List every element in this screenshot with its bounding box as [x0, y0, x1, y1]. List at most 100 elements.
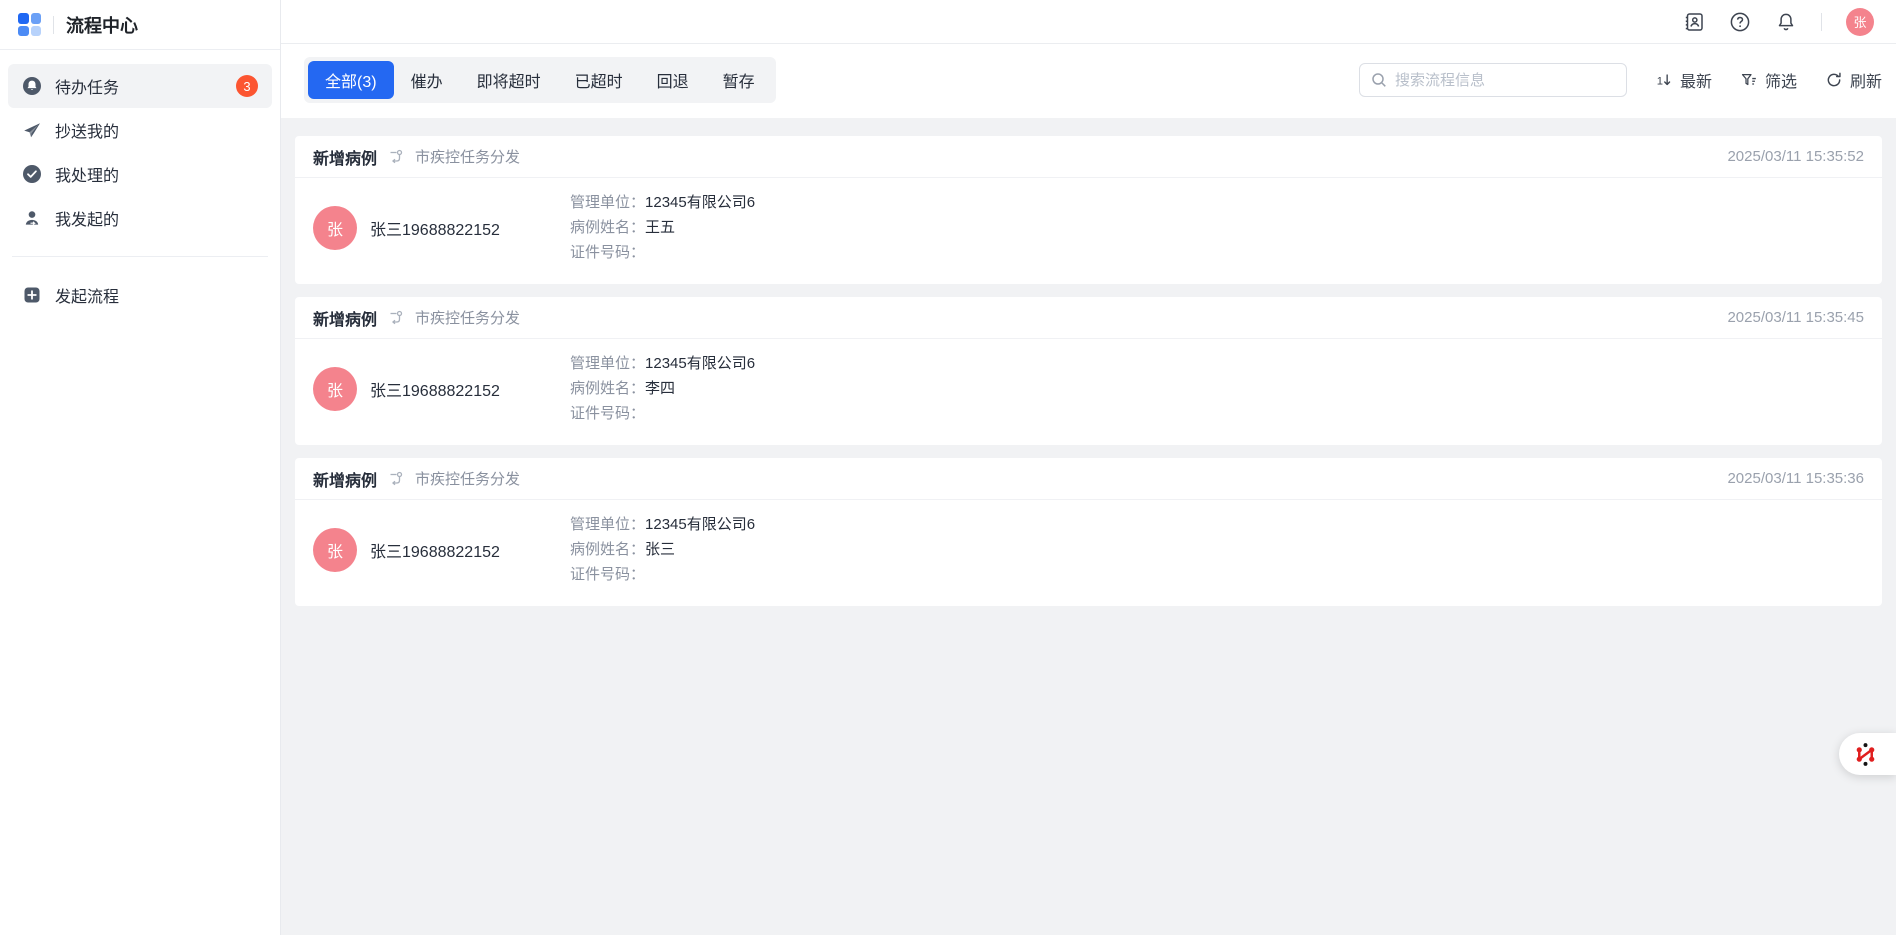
field-label: 病例姓名：: [570, 219, 645, 236]
task-initiator-name: 张三19688822152: [370, 377, 570, 401]
field-label: 证件号码：: [570, 566, 645, 583]
bell-icon[interactable]: [1775, 11, 1797, 33]
tab-about-to-timeout[interactable]: 即将超时: [460, 61, 558, 99]
search-icon: [1371, 72, 1387, 88]
flow-icon: [388, 310, 404, 326]
field-value: 12345有限公司6: [645, 194, 755, 211]
task-filter-tabs: 全部(3) 催办 即将超时 已超时 回退 暂存: [304, 57, 776, 103]
field-label: 管理单位：: [570, 516, 645, 533]
task-fields: 管理单位：12345有限公司6 病例姓名：张三 证件号码：: [570, 515, 755, 585]
user-icon: [22, 208, 42, 228]
sidebar-item-label: 发起流程: [55, 283, 119, 307]
toolbar: 全部(3) 催办 即将超时 已超时 回退 暂存 1 最新 筛选 刷新: [281, 44, 1896, 118]
field-label: 证件号码：: [570, 244, 645, 261]
task-avatar: 张: [313, 528, 357, 572]
tab-draft[interactable]: 暂存: [706, 61, 772, 99]
task-card-header: 新增病例 市疾控任务分发 2025/03/11 15:35:52: [295, 136, 1882, 178]
field-value: 李四: [645, 380, 675, 397]
task-field-row: 病例姓名：王五: [570, 218, 755, 238]
filter-label: 筛选: [1765, 68, 1797, 92]
task-initiator-name: 张三19688822152: [370, 538, 570, 562]
task-avatar: 张: [313, 367, 357, 411]
field-value: 12345有限公司6: [645, 516, 755, 533]
sidebar-item-cc-to-me[interactable]: 抄送我的: [8, 108, 272, 152]
task-fields: 管理单位：12345有限公司6 病例姓名：王五 证件号码：: [570, 193, 755, 263]
search-input[interactable]: [1395, 72, 1615, 89]
task-avatar: 张: [313, 206, 357, 250]
sidebar-nav-secondary: 发起流程: [0, 273, 280, 317]
field-value: 张三: [645, 541, 675, 558]
task-timestamp: 2025/03/11 15:35:45: [1727, 309, 1864, 326]
task-field-row: 证件号码：: [570, 404, 755, 424]
tab-all[interactable]: 全部(3): [308, 61, 394, 99]
task-flow-name: 市疾控任务分发: [415, 146, 520, 167]
task-initiator-name: 张三19688822152: [370, 216, 570, 240]
task-flow-name: 市疾控任务分发: [415, 307, 520, 328]
flow-icon: [388, 149, 404, 165]
svg-text:1: 1: [1657, 76, 1663, 88]
send-icon: [22, 120, 42, 140]
task-card[interactable]: 新增病例 市疾控任务分发 2025/03/11 15:35:45 张 张三196…: [295, 297, 1882, 445]
task-field-row: 证件号码：: [570, 565, 755, 585]
task-title: 新增病例: [313, 467, 377, 491]
sidebar-item-label: 我处理的: [55, 162, 119, 186]
app-title: 流程中心: [66, 12, 138, 38]
sidebar-nav: 待办任务 3 抄送我的 我处理的 我发起的: [0, 50, 280, 240]
task-field-row: 管理单位：12345有限公司6: [570, 515, 755, 535]
sidebar-item-label: 我发起的: [55, 206, 119, 230]
tab-urge[interactable]: 催办: [394, 61, 460, 99]
task-card[interactable]: 新增病例 市疾控任务分发 2025/03/11 15:35:52 张 张三196…: [295, 136, 1882, 284]
field-value: 王五: [645, 219, 675, 236]
sidebar-item-start-process[interactable]: 发起流程: [8, 273, 272, 317]
field-label: 管理单位：: [570, 355, 645, 372]
task-title: 新增病例: [313, 306, 377, 330]
sidebar-item-todo-tasks[interactable]: 待办任务 3: [8, 64, 272, 108]
search-box: [1359, 63, 1627, 97]
sort-icon: 1: [1655, 71, 1673, 89]
sidebar-item-label: 待办任务: [55, 74, 119, 98]
tab-returned[interactable]: 回退: [640, 61, 706, 99]
toolbar-right: 1 最新 筛选 刷新: [1359, 63, 1882, 97]
todo-count-badge: 3: [236, 75, 258, 97]
check-circle-icon: [22, 164, 42, 184]
tab-timed-out[interactable]: 已超时: [558, 61, 640, 99]
floating-widget-button[interactable]: [1839, 733, 1896, 775]
main-area: 张 全部(3) 催办 即将超时 已超时 回退 暂存 1 最新 筛选: [281, 0, 1896, 935]
sidebar-item-initiated-by-me[interactable]: 我发起的: [8, 196, 272, 240]
task-flow-name: 市疾控任务分发: [415, 468, 520, 489]
task-card[interactable]: 新增病例 市疾控任务分发 2025/03/11 15:35:36 张 张三196…: [295, 458, 1882, 606]
task-field-row: 病例姓名：张三: [570, 540, 755, 560]
field-label: 病例姓名：: [570, 380, 645, 397]
network-icon: [1852, 741, 1879, 768]
task-card-header: 新增病例 市疾控任务分发 2025/03/11 15:35:36: [295, 458, 1882, 500]
sidebar-item-handled-by-me[interactable]: 我处理的: [8, 152, 272, 196]
task-fields: 管理单位：12345有限公司6 病例姓名：李四 证件号码：: [570, 354, 755, 424]
sidebar-divider: [12, 256, 268, 257]
app-logo: [18, 13, 41, 36]
task-timestamp: 2025/03/11 15:35:52: [1727, 148, 1864, 165]
task-field-row: 管理单位：12345有限公司6: [570, 354, 755, 374]
bell-circle-icon: [22, 76, 42, 96]
task-card-header: 新增病例 市疾控任务分发 2025/03/11 15:35:45: [295, 297, 1882, 339]
topbar-divider: [1821, 13, 1822, 31]
field-value: 12345有限公司6: [645, 355, 755, 372]
task-timestamp: 2025/03/11 15:35:36: [1727, 470, 1864, 487]
sort-newest-button[interactable]: 1 最新: [1655, 68, 1712, 92]
filter-button[interactable]: 筛选: [1740, 68, 1797, 92]
task-card-body: 张 张三19688822152 管理单位：12345有限公司6 病例姓名：张三 …: [295, 500, 1882, 606]
field-label: 病例姓名：: [570, 541, 645, 558]
task-title: 新增病例: [313, 145, 377, 169]
sidebar: 流程中心 待办任务 3 抄送我的 我处理的 我发起的 发起流程: [0, 0, 281, 935]
contacts-icon[interactable]: [1683, 11, 1705, 33]
field-label: 证件号码：: [570, 405, 645, 422]
user-avatar[interactable]: 张: [1846, 8, 1874, 36]
task-field-row: 管理单位：12345有限公司6: [570, 193, 755, 213]
task-list: 新增病例 市疾控任务分发 2025/03/11 15:35:52 张 张三196…: [281, 118, 1896, 935]
refresh-button[interactable]: 刷新: [1825, 68, 1882, 92]
sort-label: 最新: [1680, 68, 1712, 92]
topbar: 张: [281, 0, 1896, 44]
filter-icon: [1740, 71, 1758, 89]
logo-divider: [53, 16, 54, 34]
help-icon[interactable]: [1729, 11, 1751, 33]
field-label: 管理单位：: [570, 194, 645, 211]
